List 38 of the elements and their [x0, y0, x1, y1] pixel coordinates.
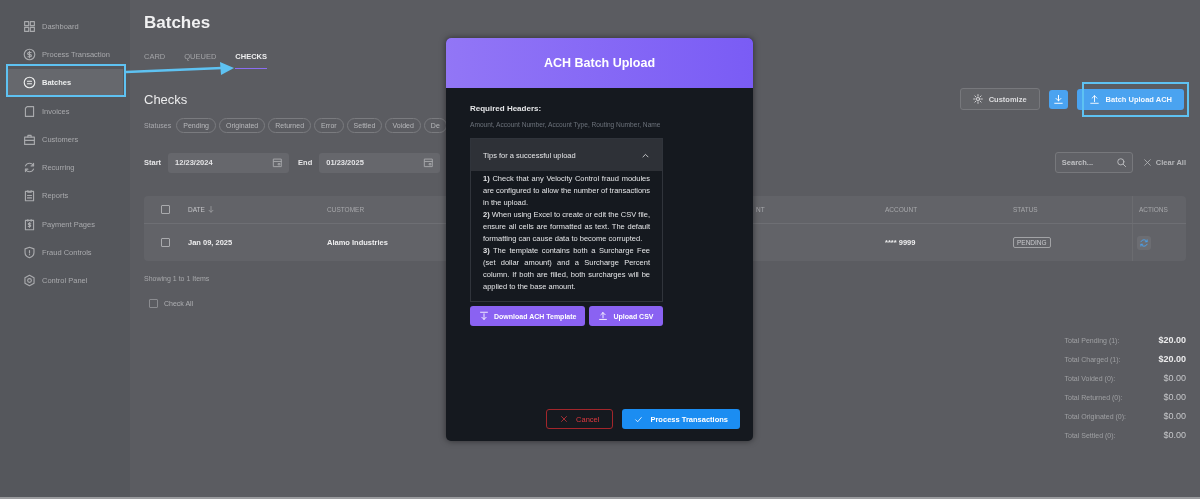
grid-icon [23, 19, 36, 33]
page-title: Batches [144, 12, 212, 34]
sort-down-icon [206, 205, 215, 214]
list-circle-icon [23, 76, 36, 90]
required-headers-label: Required Headers: [470, 104, 543, 113]
shield-icon [23, 246, 36, 259]
total-value: $0.00 [1162, 392, 1186, 402]
document-icon [23, 104, 36, 118]
modal-title: ACH Batch Upload [446, 38, 753, 88]
checkbox[interactable] [149, 299, 158, 308]
download-icon [479, 311, 489, 321]
sync-button[interactable] [1137, 235, 1151, 250]
total-value: $0.00 [1162, 430, 1186, 440]
total-value: $0.00 [1162, 373, 1186, 383]
checkbox[interactable] [161, 238, 170, 247]
total-value: $20.00 [1157, 354, 1186, 364]
gear-icon [972, 94, 983, 104]
download-icon [1052, 93, 1064, 105]
calendar-icon [272, 157, 284, 168]
dollar-circle-icon [23, 47, 36, 61]
dollar-page-icon [23, 217, 36, 231]
search-icon [1115, 157, 1127, 168]
upload-icon [1088, 93, 1100, 105]
check-icon [634, 414, 644, 424]
close-icon [1142, 158, 1152, 167]
gear-icon [23, 274, 36, 288]
briefcase-icon [23, 132, 36, 146]
download-button[interactable] [1048, 89, 1068, 109]
total-value: $20.00 [1157, 335, 1186, 345]
total-value: $0.00 [1162, 411, 1186, 421]
sync-icon [1139, 237, 1149, 248]
close-icon [560, 415, 569, 423]
checkbox[interactable] [161, 205, 170, 214]
upload-icon [598, 311, 609, 321]
calendar-icon [423, 157, 435, 168]
section-title: Checks [144, 91, 188, 107]
refresh-icon [23, 161, 36, 175]
clipboard-icon [23, 189, 36, 203]
